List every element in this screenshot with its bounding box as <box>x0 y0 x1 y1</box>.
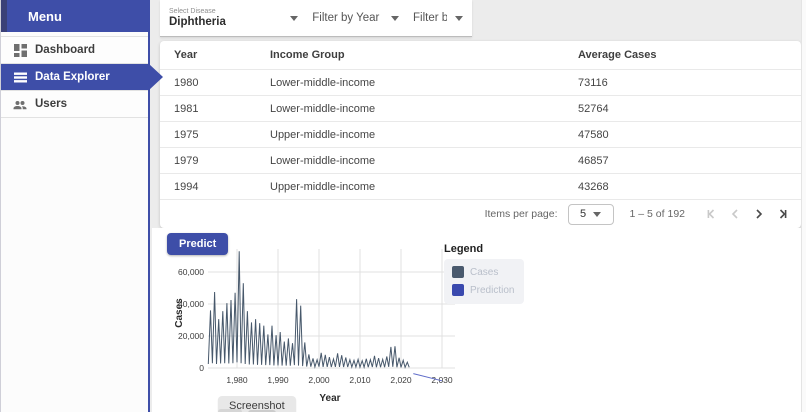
cell-income-group: Lower-middle-income <box>270 77 578 89</box>
chart-legend: Legend Cases Prediction <box>444 243 524 304</box>
cell-average-cases: 52764 <box>578 103 801 115</box>
cell-year: 1979 <box>160 155 270 167</box>
sidebar-item-label: Dashboard <box>35 44 95 56</box>
sidebar-item-users[interactable]: Users <box>1 91 148 118</box>
cell-average-cases: 46857 <box>578 155 801 167</box>
svg-text:60,000: 60,000 <box>178 267 204 277</box>
cell-year: 1981 <box>160 103 270 115</box>
filter-toolbar: Select Disease Diphtheria Filter by Year… <box>160 0 472 37</box>
cell-average-cases: 47580 <box>578 129 801 141</box>
legend-box: Cases Prediction <box>444 259 524 304</box>
paginator: Items per page: 5 1 – 5 of 192 <box>160 199 801 228</box>
results-table-card: Year Income Group Average Cases 1980 Low… <box>160 41 801 228</box>
cell-income-group: Upper-middle-income <box>270 129 578 141</box>
cell-income-group: Lower-middle-income <box>270 155 578 167</box>
sidebar: Menu Dashboard Data Explorer <box>0 0 150 412</box>
svg-text:2,010: 2,010 <box>349 375 371 385</box>
disease-select[interactable]: Select Disease Diphtheria <box>169 7 298 29</box>
cell-average-cases: 73116 <box>578 77 801 89</box>
svg-text:Cases: Cases <box>174 298 185 328</box>
svg-text:Year: Year <box>319 393 340 404</box>
paginator-range-label: 1 – 5 of 192 <box>630 208 685 220</box>
cell-year: 1980 <box>160 77 270 89</box>
column-header-income-group: Income Group <box>270 49 578 61</box>
first-page-button[interactable] <box>699 202 723 226</box>
menu-list: Dashboard Data Explorer Users <box>1 36 148 118</box>
svg-text:0: 0 <box>199 363 204 373</box>
cell-average-cases: 43268 <box>578 181 801 193</box>
next-page-button[interactable] <box>747 202 771 226</box>
previous-page-button[interactable] <box>723 202 747 226</box>
cases-line-chart: 1,9801,9902,0002,0102,0202,030020,00040,… <box>172 243 462 408</box>
legend-item-prediction[interactable]: Prediction <box>452 284 514 296</box>
svg-text:2,020: 2,020 <box>390 375 412 385</box>
chevron-left-icon <box>728 207 742 221</box>
menu-title: Menu <box>28 9 62 24</box>
chevron-right-icon <box>752 207 766 221</box>
table-header-row: Year Income Group Average Cases <box>160 41 801 69</box>
income-filter-select[interactable]: Filter by Income Gr... <box>413 12 463 24</box>
column-header-average-cases: Average Cases <box>578 49 801 61</box>
disease-select-label: Select Disease <box>169 7 226 16</box>
page-size-select[interactable]: 5 <box>568 204 614 225</box>
sidebar-item-dashboard[interactable]: Dashboard <box>1 37 148 64</box>
column-header-year: Year <box>160 49 270 61</box>
window-edge <box>1 0 7 32</box>
svg-text:2,030: 2,030 <box>431 375 453 385</box>
svg-text:20,000: 20,000 <box>178 331 204 341</box>
users-icon <box>13 97 27 111</box>
items-per-page-label: Items per page: <box>485 208 558 220</box>
cell-year: 1994 <box>160 181 270 193</box>
sidebar-header: Menu <box>1 0 148 32</box>
income-filter-placeholder: Filter by Income Gr... <box>413 12 447 24</box>
year-filter-placeholder: Filter by Year <box>312 12 379 24</box>
table-row: 1980 Lower-middle-income 73116 <box>160 69 801 95</box>
year-filter-select[interactable]: Filter by Year <box>312 12 399 24</box>
svg-text:1,980: 1,980 <box>226 375 248 385</box>
chevron-down-icon <box>455 16 463 21</box>
prediction-swatch <box>452 284 464 296</box>
disease-select-value: Diphtheria <box>169 16 226 29</box>
table-row: 1981 Lower-middle-income 52764 <box>160 95 801 121</box>
table-row: 1979 Lower-middle-income 46857 <box>160 147 801 173</box>
sidebar-item-data-explorer[interactable]: Data Explorer <box>1 64 148 91</box>
first-page-icon <box>704 207 718 221</box>
scrollbar-track[interactable] <box>801 0 806 412</box>
legend-label: Prediction <box>470 285 514 296</box>
dashboard-icon <box>13 43 27 57</box>
chevron-down-icon <box>391 16 399 21</box>
legend-item-cases[interactable]: Cases <box>452 266 514 278</box>
legend-label: Cases <box>470 267 498 278</box>
last-page-icon <box>776 207 790 221</box>
sidebar-item-label: Users <box>35 98 67 110</box>
list-icon <box>13 70 27 84</box>
cell-year: 1975 <box>160 129 270 141</box>
table-row: 1975 Upper-middle-income 47580 <box>160 121 801 147</box>
chevron-down-icon <box>593 212 601 217</box>
sidebar-item-label: Data Explorer <box>35 71 110 83</box>
chevron-down-icon <box>290 16 298 21</box>
cases-swatch <box>452 266 464 278</box>
page-size-value: 5 <box>580 208 586 220</box>
last-page-button[interactable] <box>771 202 795 226</box>
table-row: 1994 Upper-middle-income 43268 <box>160 173 801 199</box>
cell-income-group: Lower-middle-income <box>270 103 578 115</box>
svg-text:2,000: 2,000 <box>308 375 330 385</box>
cell-income-group: Upper-middle-income <box>270 181 578 193</box>
chart-panel: Predict 1,9801,9902,0002,0102,0202,03002… <box>152 228 806 412</box>
legend-title: Legend <box>444 243 524 255</box>
svg-text:1,990: 1,990 <box>267 375 289 385</box>
